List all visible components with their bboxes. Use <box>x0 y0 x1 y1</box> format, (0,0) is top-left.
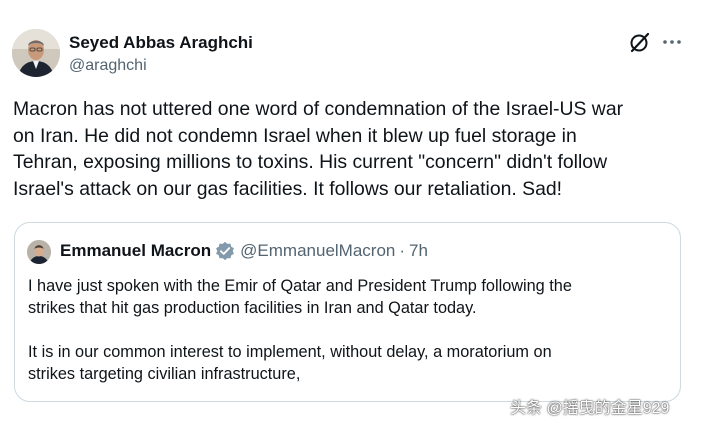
quoted-tweet-text: I have just spoken with the Emir of Qata… <box>28 275 673 385</box>
more-options-icon[interactable] <box>662 34 682 50</box>
quoted-text-line: strikes targeting civilian infrastructur… <box>28 365 301 383</box>
separator-dot: · <box>399 241 406 260</box>
author-avatar[interactable] <box>12 29 60 77</box>
quoted-author-avatar[interactable] <box>27 240 51 264</box>
quoted-text-line: strikes that hit gas production faciliti… <box>28 299 477 317</box>
quoted-text-line: It is in our common interest to implemen… <box>28 343 552 361</box>
verified-badge-icon <box>216 241 235 261</box>
tweet-text-line: Israel's attack on our gas facilities. I… <box>13 177 563 200</box>
quoted-header: Emmanuel Macron @EmmanuelMacron · 7h <box>60 241 428 261</box>
quoted-author-name[interactable]: Emmanuel Macron <box>60 241 211 261</box>
tweet-text-line: Tehran, exposing millions to toxins. His… <box>13 151 608 173</box>
author-handle[interactable]: @araghchi <box>69 57 147 75</box>
tweet-text-line: Macron has not uttered one word of conde… <box>13 98 624 120</box>
author-name[interactable]: Seyed Abbas Araghchi <box>69 33 253 53</box>
quoted-timestamp[interactable]: 7h <box>409 241 428 261</box>
quoted-text-line: I have just spoken with the Emir of Qata… <box>28 277 572 295</box>
quoted-tweet-card[interactable]: Emmanuel Macron @EmmanuelMacron · 7h I h… <box>14 222 681 402</box>
grok-icon[interactable] <box>628 30 652 54</box>
quoted-author-handle[interactable]: @EmmanuelMacron <box>240 241 395 261</box>
tweet-text-line: on Iran. He did not condemn Israel when … <box>13 124 577 147</box>
tweet-text: Macron has not uttered one word of conde… <box>13 96 693 202</box>
watermark-text: 头条 @摇曳的金星929 <box>510 400 670 417</box>
